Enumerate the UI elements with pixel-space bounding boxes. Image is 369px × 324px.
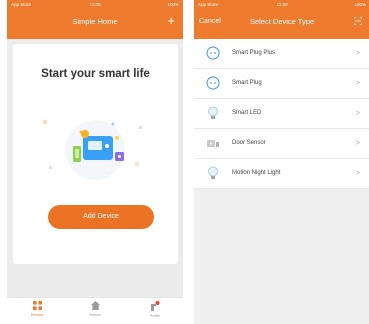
chevron-right-icon: > bbox=[355, 140, 360, 147]
empty-state-headline: Start your smart life bbox=[41, 68, 150, 80]
smart-home-illustration-icon bbox=[43, 120, 142, 180]
tab-devices-label: Devices bbox=[30, 313, 44, 317]
scan-icon[interactable] bbox=[354, 17, 362, 25]
page-title: Simple Home bbox=[72, 17, 118, 26]
door-sensor-icon bbox=[207, 140, 219, 147]
select-device-type-screen: App Store 11:30 100% Cancel Select Devic… bbox=[194, 0, 369, 324]
profile-icon bbox=[151, 301, 160, 311]
chevron-right-icon: > bbox=[355, 80, 360, 87]
status-battery: 100% bbox=[354, 2, 366, 7]
status-bar: App Store 11:30 100% bbox=[7, 0, 183, 10]
home-icon bbox=[90, 301, 100, 310]
plug-icon bbox=[206, 46, 220, 60]
status-time: 11:30 bbox=[89, 2, 101, 7]
add-button[interactable]: + bbox=[167, 10, 175, 32]
list-item-motion-night-light[interactable]: Motion Night Light > bbox=[194, 159, 369, 189]
tab-profile-label: Profile bbox=[150, 314, 160, 318]
device-type-list: Smart Plug Plus > Smart Plug > Smart LED… bbox=[194, 39, 369, 189]
tab-scenes-label: Scenes bbox=[89, 313, 101, 317]
tab-profile[interactable]: Profile bbox=[135, 301, 175, 318]
page-title: Select Device Type bbox=[249, 17, 315, 26]
header-bar: Cancel Select Device Type bbox=[194, 10, 369, 39]
header-bar: Simple Home + bbox=[7, 10, 183, 39]
device-label: Door Sensor bbox=[232, 140, 266, 146]
add-device-button[interactable]: Add Device bbox=[48, 205, 154, 229]
device-label: Smart Plug Plus bbox=[232, 50, 276, 56]
bulb-icon bbox=[208, 106, 218, 119]
bulb-icon bbox=[208, 166, 218, 179]
status-time: 11:30 bbox=[276, 2, 288, 7]
chevron-right-icon: > bbox=[355, 50, 360, 57]
list-item-smart-plug[interactable]: Smart Plug > bbox=[194, 69, 369, 99]
list-item-smart-plug-plus[interactable]: Smart Plug Plus > bbox=[194, 39, 369, 69]
list-item-door-sensor[interactable]: Door Sensor > bbox=[194, 129, 369, 159]
chevron-right-icon: > bbox=[355, 110, 360, 117]
empty-state-card: Start your smart life Add Device bbox=[13, 44, 178, 264]
status-bar: App Store 11:30 100% bbox=[194, 0, 369, 10]
tab-bar: Devices Scenes Profile bbox=[7, 297, 183, 324]
grid-icon bbox=[32, 301, 42, 310]
status-battery: 100% bbox=[167, 2, 179, 7]
chevron-right-icon: > bbox=[355, 170, 360, 177]
simple-home-screen: App Store 11:30 100% Simple Home + Start… bbox=[7, 0, 183, 324]
device-label: Smart Plug bbox=[232, 80, 262, 86]
device-label: Motion Night Light bbox=[232, 170, 281, 176]
tab-scenes[interactable]: Scenes bbox=[75, 301, 115, 317]
tab-devices[interactable]: Devices bbox=[17, 301, 57, 317]
list-item-smart-led[interactable]: Smart LED > bbox=[194, 99, 369, 129]
device-label: Smart LED bbox=[232, 110, 262, 116]
plug-icon bbox=[206, 76, 220, 90]
